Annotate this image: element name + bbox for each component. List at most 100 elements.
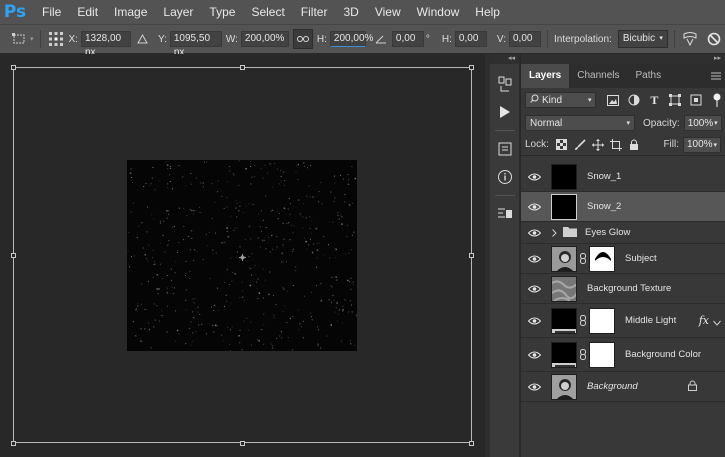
lock-transparent-icon[interactable] xyxy=(553,137,571,153)
layer-name: Background Texture xyxy=(587,283,672,294)
menu-edit[interactable]: Edit xyxy=(69,0,106,24)
visibility-eye-icon[interactable] xyxy=(521,383,547,391)
filter-adjustment-icon[interactable] xyxy=(625,92,642,108)
opacity-field[interactable]: 100% ▾ xyxy=(683,115,722,131)
menu-select[interactable]: Select xyxy=(243,0,292,24)
layer-lock-icon[interactable] xyxy=(688,380,697,394)
mask-link-icon[interactable] xyxy=(577,349,589,360)
fill-label: Fill: xyxy=(663,139,679,150)
layer-mask-thumbnail[interactable] xyxy=(589,307,615,334)
filter-shape-icon[interactable] xyxy=(667,92,684,108)
x-field[interactable]: 1328,00 px xyxy=(80,31,131,58)
chevron-down-icon: ▾ xyxy=(587,97,592,104)
layer-name: Snow_2 xyxy=(587,201,622,212)
visibility-eye-icon[interactable] xyxy=(521,255,547,263)
panel-tabs: Layers Channels Paths xyxy=(521,64,725,88)
expand-arrows-icon[interactable]: ▸▸ xyxy=(521,54,725,64)
menu-help[interactable]: Help xyxy=(467,0,508,24)
warp-icon[interactable] xyxy=(681,30,699,48)
y-field[interactable]: 1095,50 px xyxy=(169,31,222,58)
w-field[interactable]: 200,00% xyxy=(240,31,289,47)
transform-handle[interactable] xyxy=(469,441,474,446)
menu-bar: Ps File Edit Image Layer Type Select Fil… xyxy=(0,0,725,24)
vskew-field[interactable]: 0,00 xyxy=(509,31,541,47)
libraries-icon[interactable] xyxy=(490,135,520,163)
filter-toggle-icon[interactable] xyxy=(708,92,725,108)
chevron-down-icon[interactable] xyxy=(713,317,721,326)
transform-handle[interactable] xyxy=(11,65,16,70)
visibility-eye-icon[interactable] xyxy=(521,351,547,359)
layer-row-background[interactable]: Background xyxy=(521,372,725,402)
cancel-transform-icon[interactable] xyxy=(705,30,723,48)
layer-row-eyes-glow[interactable]: Eyes Glow xyxy=(521,222,725,244)
tab-channels[interactable]: Channels xyxy=(569,64,627,88)
transform-handle[interactable] xyxy=(240,65,245,70)
lock-all-icon[interactable] xyxy=(625,137,643,153)
layer-thumbnail xyxy=(551,341,577,368)
layer-row-snow-2[interactable]: Snow_2 xyxy=(521,192,725,222)
menu-file[interactable]: File xyxy=(34,0,69,24)
layer-mask-thumbnail[interactable] xyxy=(589,341,615,368)
canvas-workspace[interactable] xyxy=(0,54,485,457)
fill-field[interactable]: 100% ▾ xyxy=(683,136,721,153)
transform-tool-icon[interactable] xyxy=(10,30,28,48)
blend-mode-select[interactable]: Normal ▾ xyxy=(525,115,635,131)
delta-icon[interactable] xyxy=(134,30,152,48)
hskew-field[interactable]: 0,00 xyxy=(454,31,487,47)
angle-field[interactable]: 0,00 xyxy=(391,31,424,47)
transform-handle[interactable] xyxy=(11,253,16,258)
menu-3d[interactable]: 3D xyxy=(335,0,366,24)
angle-icon[interactable] xyxy=(372,30,390,48)
menu-window[interactable]: Window xyxy=(409,0,468,24)
layer-name: Background xyxy=(587,381,638,392)
properties-icon[interactable] xyxy=(490,200,520,228)
transform-handle[interactable] xyxy=(469,65,474,70)
lock-position-move-icon[interactable] xyxy=(589,137,607,153)
menu-type[interactable]: Type xyxy=(201,0,243,24)
visibility-eye-icon[interactable] xyxy=(521,173,547,181)
panel-menu-icon[interactable] xyxy=(711,71,721,81)
actions-play-icon[interactable] xyxy=(490,98,520,126)
menu-view[interactable]: View xyxy=(367,0,409,24)
lock-artboard-icon[interactable] xyxy=(607,137,625,153)
link-icon[interactable] xyxy=(292,29,313,49)
layer-row-middle-light[interactable]: Middle Light fx xyxy=(521,304,725,338)
menu-image[interactable]: Image xyxy=(106,0,155,24)
layer-mask-thumbnail[interactable] xyxy=(589,245,615,272)
tool-preset-arrow-icon[interactable]: ▾ xyxy=(30,35,34,43)
layer-thumbnail xyxy=(551,245,577,272)
visibility-eye-icon[interactable] xyxy=(521,203,547,211)
history-icon[interactable] xyxy=(490,70,520,98)
mask-link-icon[interactable] xyxy=(577,315,589,326)
layer-effects-fx-icon[interactable]: fx xyxy=(699,314,709,327)
transform-handle[interactable] xyxy=(240,441,245,446)
visibility-eye-icon[interactable] xyxy=(521,229,547,237)
info-icon[interactable] xyxy=(490,163,520,191)
filter-type-icon[interactable]: T xyxy=(646,92,663,108)
filter-pixel-icon[interactable] xyxy=(604,92,621,108)
transform-handle[interactable] xyxy=(469,253,474,258)
lock-pixels-brush-icon[interactable] xyxy=(571,137,589,153)
group-expand-arrow-icon[interactable] xyxy=(547,228,561,237)
transform-handle[interactable] xyxy=(11,441,16,446)
layer-row-background-color[interactable]: Background Color xyxy=(521,338,725,372)
mask-link-icon[interactable] xyxy=(577,253,589,264)
reference-point-icon[interactable] xyxy=(47,30,65,48)
collapse-arrows-icon[interactable]: ◂◂ xyxy=(490,54,519,64)
menu-layer[interactable]: Layer xyxy=(155,0,201,24)
layer-row-background-texture[interactable]: Background Texture xyxy=(521,274,725,304)
filter-smart-object-icon[interactable] xyxy=(688,92,705,108)
layer-thumbnail xyxy=(551,193,577,220)
interpolation-select[interactable]: Bicubic ▾ xyxy=(617,30,668,48)
visibility-eye-icon[interactable] xyxy=(521,317,547,325)
tab-paths[interactable]: Paths xyxy=(628,64,670,88)
h-field[interactable]: 200,00% xyxy=(329,31,373,47)
kind-filter-select[interactable]: Kind ▾ xyxy=(525,92,597,108)
reference-point-crosshair-icon[interactable] xyxy=(239,252,246,261)
layer-row-subject[interactable]: Subject xyxy=(521,244,725,274)
menu-filter[interactable]: Filter xyxy=(293,0,336,24)
layer-filter-row: Kind ▾ T xyxy=(521,88,725,112)
tab-layers[interactable]: Layers xyxy=(521,64,570,88)
visibility-eye-icon[interactable] xyxy=(521,285,547,293)
layer-row-snow-1[interactable]: Snow_1 xyxy=(521,162,725,192)
